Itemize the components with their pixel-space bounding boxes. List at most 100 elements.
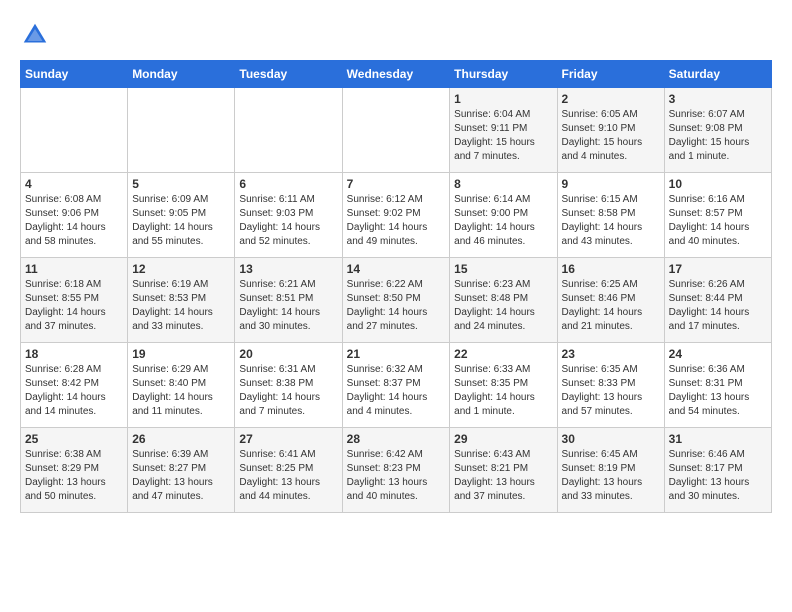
day-cell: 19 Sunrise: 6:29 AM Sunset: 8:40 PM Dayli… <box>128 343 235 428</box>
day-cell: 3Sunrise: 6:07 AM Sunset: 9:08 PM Daylig… <box>664 88 771 173</box>
day-info: Sunrise: 6:28 AM Sunset: 8:42 PM Dayligh… <box>25 363 123 419</box>
day-number: 31 <box>669 432 767 446</box>
day-cell: 27 Sunrise: 6:41 AM Sunset: 8:25 PM Dayli… <box>235 428 342 513</box>
day-cell: 13 Sunrise: 6:21 AM Sunset: 8:51 PM Dayli… <box>235 258 342 343</box>
day-info: Sunrise: 6:21 AM Sunset: 8:51 PM Dayligh… <box>239 278 337 334</box>
week-row-5: 25 Sunrise: 6:38 AM Sunset: 8:29 PM Dayli… <box>21 428 772 513</box>
day-number: 22 <box>454 347 552 361</box>
day-info: Sunrise: 6:36 AM Sunset: 8:31 PM Dayligh… <box>669 363 767 419</box>
day-info: Sunrise: 6:19 AM Sunset: 8:53 PM Dayligh… <box>132 278 230 334</box>
day-info: Sunrise: 6:23 AM Sunset: 8:48 PM Dayligh… <box>454 278 552 334</box>
page-header <box>20 20 772 50</box>
day-number: 30 <box>562 432 660 446</box>
day-number: 2 <box>562 92 660 106</box>
day-number: 9 <box>562 177 660 191</box>
day-number: 20 <box>239 347 337 361</box>
day-number: 7 <box>347 177 446 191</box>
header-sunday: Sunday <box>21 61 128 88</box>
header-monday: Monday <box>128 61 235 88</box>
day-cell: 26Sunrise: 6:39 AM Sunset: 8:27 PM Dayli… <box>128 428 235 513</box>
day-number: 23 <box>562 347 660 361</box>
day-number: 6 <box>239 177 337 191</box>
day-info: Sunrise: 6:15 AM Sunset: 8:58 PM Dayligh… <box>562 193 660 249</box>
day-cell: 1Sunrise: 6:04 AM Sunset: 9:11 PM Daylig… <box>450 88 557 173</box>
week-row-3: 11 Sunrise: 6:18 AM Sunset: 8:55 PM Dayli… <box>21 258 772 343</box>
day-number: 17 <box>669 262 767 276</box>
day-number: 12 <box>132 262 230 276</box>
day-cell: 6 Sunrise: 6:11 AM Sunset: 9:03 PM Daylig… <box>235 173 342 258</box>
day-cell: 15 Sunrise: 6:23 AM Sunset: 8:48 PM Dayli… <box>450 258 557 343</box>
day-number: 5 <box>132 177 230 191</box>
header-row: SundayMondayTuesdayWednesdayThursdayFrid… <box>21 61 772 88</box>
day-info: Sunrise: 6:29 AM Sunset: 8:40 PM Dayligh… <box>132 363 230 419</box>
day-info: Sunrise: 6:12 AM Sunset: 9:02 PM Dayligh… <box>347 193 446 249</box>
day-info: Sunrise: 6:39 AM Sunset: 8:27 PM Dayligh… <box>132 448 230 504</box>
day-number: 4 <box>25 177 123 191</box>
day-info: Sunrise: 6:09 AM Sunset: 9:05 PM Dayligh… <box>132 193 230 249</box>
day-cell: 2Sunrise: 6:05 AM Sunset: 9:10 PM Daylig… <box>557 88 664 173</box>
logo <box>20 20 54 50</box>
day-number: 25 <box>25 432 123 446</box>
day-info: Sunrise: 6:32 AM Sunset: 8:37 PM Dayligh… <box>347 363 446 419</box>
header-saturday: Saturday <box>664 61 771 88</box>
day-info: Sunrise: 6:16 AM Sunset: 8:57 PM Dayligh… <box>669 193 767 249</box>
day-cell: 17Sunrise: 6:26 AM Sunset: 8:44 PM Dayli… <box>664 258 771 343</box>
day-cell: 4 Sunrise: 6:08 AM Sunset: 9:06 PM Daylig… <box>21 173 128 258</box>
day-number: 18 <box>25 347 123 361</box>
header-tuesday: Tuesday <box>235 61 342 88</box>
day-number: 27 <box>239 432 337 446</box>
day-cell <box>235 88 342 173</box>
day-cell: 12 Sunrise: 6:19 AM Sunset: 8:53 PM Dayli… <box>128 258 235 343</box>
day-cell: 10 Sunrise: 6:16 AM Sunset: 8:57 PM Dayli… <box>664 173 771 258</box>
day-info: Sunrise: 6:08 AM Sunset: 9:06 PM Dayligh… <box>25 193 123 249</box>
day-number: 13 <box>239 262 337 276</box>
day-info: Sunrise: 6:46 AM Sunset: 8:17 PM Dayligh… <box>669 448 767 504</box>
day-cell: 7 Sunrise: 6:12 AM Sunset: 9:02 PM Daylig… <box>342 173 450 258</box>
day-info: Sunrise: 6:14 AM Sunset: 9:00 PM Dayligh… <box>454 193 552 249</box>
day-cell: 14 Sunrise: 6:22 AM Sunset: 8:50 PM Dayli… <box>342 258 450 343</box>
day-info: Sunrise: 6:33 AM Sunset: 8:35 PM Dayligh… <box>454 363 552 419</box>
day-info: Sunrise: 6:22 AM Sunset: 8:50 PM Dayligh… <box>347 278 446 334</box>
day-cell: 16Sunrise: 6:25 AM Sunset: 8:46 PM Dayli… <box>557 258 664 343</box>
day-cell: 23 Sunrise: 6:35 AM Sunset: 8:33 PM Dayli… <box>557 343 664 428</box>
day-number: 21 <box>347 347 446 361</box>
day-number: 28 <box>347 432 446 446</box>
day-info: Sunrise: 6:11 AM Sunset: 9:03 PM Dayligh… <box>239 193 337 249</box>
day-number: 19 <box>132 347 230 361</box>
day-number: 10 <box>669 177 767 191</box>
day-cell <box>128 88 235 173</box>
day-info: Sunrise: 6:42 AM Sunset: 8:23 PM Dayligh… <box>347 448 446 504</box>
day-cell: 9 Sunrise: 6:15 AM Sunset: 8:58 PM Daylig… <box>557 173 664 258</box>
day-cell <box>342 88 450 173</box>
day-number: 14 <box>347 262 446 276</box>
day-number: 11 <box>25 262 123 276</box>
day-number: 1 <box>454 92 552 106</box>
day-cell: 30 Sunrise: 6:45 AM Sunset: 8:19 PM Dayli… <box>557 428 664 513</box>
day-number: 24 <box>669 347 767 361</box>
day-cell: 5 Sunrise: 6:09 AM Sunset: 9:05 PM Daylig… <box>128 173 235 258</box>
calendar-table: SundayMondayTuesdayWednesdayThursdayFrid… <box>20 60 772 513</box>
day-info: Sunrise: 6:45 AM Sunset: 8:19 PM Dayligh… <box>562 448 660 504</box>
day-cell <box>21 88 128 173</box>
day-cell: 21 Sunrise: 6:32 AM Sunset: 8:37 PM Dayli… <box>342 343 450 428</box>
day-cell: 25 Sunrise: 6:38 AM Sunset: 8:29 PM Dayli… <box>21 428 128 513</box>
week-row-4: 18 Sunrise: 6:28 AM Sunset: 8:42 PM Dayli… <box>21 343 772 428</box>
day-info: Sunrise: 6:43 AM Sunset: 8:21 PM Dayligh… <box>454 448 552 504</box>
day-cell: 29Sunrise: 6:43 AM Sunset: 8:21 PM Dayli… <box>450 428 557 513</box>
day-info: Sunrise: 6:38 AM Sunset: 8:29 PM Dayligh… <box>25 448 123 504</box>
day-info: Sunrise: 6:18 AM Sunset: 8:55 PM Dayligh… <box>25 278 123 334</box>
day-cell: 11 Sunrise: 6:18 AM Sunset: 8:55 PM Dayli… <box>21 258 128 343</box>
header-wednesday: Wednesday <box>342 61 450 88</box>
day-cell: 28 Sunrise: 6:42 AM Sunset: 8:23 PM Dayli… <box>342 428 450 513</box>
day-number: 15 <box>454 262 552 276</box>
header-friday: Friday <box>557 61 664 88</box>
day-info: Sunrise: 6:31 AM Sunset: 8:38 PM Dayligh… <box>239 363 337 419</box>
day-number: 8 <box>454 177 552 191</box>
day-info: Sunrise: 6:35 AM Sunset: 8:33 PM Dayligh… <box>562 363 660 419</box>
day-number: 3 <box>669 92 767 106</box>
day-cell: 24 Sunrise: 6:36 AM Sunset: 8:31 PM Dayli… <box>664 343 771 428</box>
day-info: Sunrise: 6:41 AM Sunset: 8:25 PM Dayligh… <box>239 448 337 504</box>
day-cell: 18 Sunrise: 6:28 AM Sunset: 8:42 PM Dayli… <box>21 343 128 428</box>
logo-icon <box>20 20 50 50</box>
day-cell: 20 Sunrise: 6:31 AM Sunset: 8:38 PM Dayli… <box>235 343 342 428</box>
